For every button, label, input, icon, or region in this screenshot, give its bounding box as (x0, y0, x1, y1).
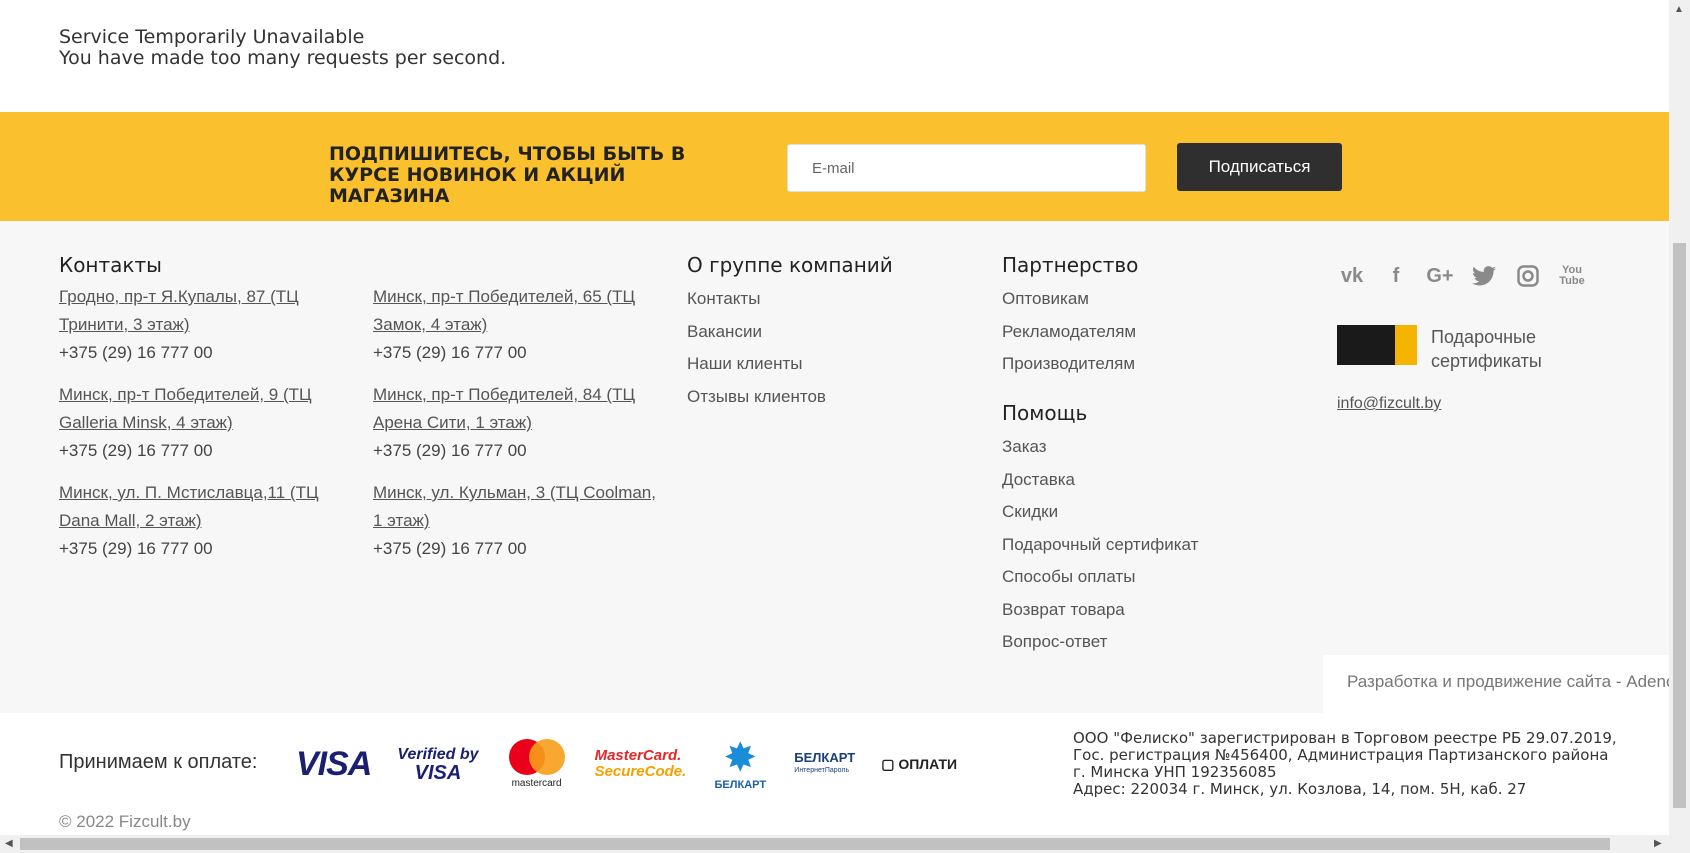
subscribe-banner: ПОДПИШИТЕСЬ, ЧТОБЫ БЫТЬ В КУРСЕ НОВИНОК … (0, 112, 1669, 221)
subscribe-email-input[interactable] (787, 144, 1146, 192)
legal-line: Адрес: 220034 г. Минск, ул. Козлова, 14,… (1073, 780, 1527, 798)
belkart-star-icon: ✸ (723, 736, 758, 780)
belkart-text: БЕЛКАРТ (714, 779, 767, 791)
store-address: Минск, пр-т Победителей, 84 (ТЦ Арена Си… (373, 381, 658, 465)
about-link[interactable]: Вакансии (687, 316, 826, 349)
oplati-logo: ▢ ОПЛАТИ (881, 755, 958, 772)
legal-line: Гос. регистрация №456400, Администрация … (1073, 746, 1609, 764)
about-title: О группе компаний (687, 253, 893, 277)
horizontal-scrollbar[interactable]: ◀ ▶ (0, 835, 1669, 853)
store-phone: +375 (29) 16 777 00 (373, 441, 527, 460)
store-address-link[interactable]: Минск, ул. Кульман, 3 (ТЦ Coolman, 1 эта… (373, 479, 658, 535)
about-link[interactable]: Контакты (687, 283, 826, 316)
visa-logo: VISA (296, 744, 372, 783)
belkart-pass-sub-text: ИнтернетПароль (794, 767, 850, 774)
help-link[interactable]: Вопрос-ответ (1002, 626, 1198, 659)
store-phone: +375 (29) 16 777 00 (373, 343, 527, 362)
legal-line: г. Минска УНП 192356085 (1073, 763, 1277, 781)
vbv-bottom-text: VISA (414, 762, 462, 784)
mcsc-bottom-text: SecureCode. (594, 763, 687, 780)
help-link[interactable]: Заказ (1002, 431, 1198, 464)
vertical-scrollbar[interactable]: ▲ (1669, 0, 1690, 853)
about-links: Контакты Вакансии Наши клиенты Отзывы кл… (687, 283, 826, 413)
vk-icon[interactable]: vk (1339, 263, 1365, 289)
store-phone: +375 (29) 16 777 00 (59, 343, 213, 362)
help-link[interactable]: Доставка (1002, 464, 1198, 497)
belkart-internet-password-logo: БЕЛКАРТ ИнтернетПароль (794, 751, 855, 777)
footer: Контакты Гродно, пр-т Я.Купалы, 87 (ТЦ Т… (0, 221, 1669, 713)
oplati-text: ОПЛАТИ (898, 755, 958, 772)
store-address-link[interactable]: Минск, ул. П. Мстиславца,11 (ТЦ Dana Mal… (59, 479, 344, 535)
legal-line: ООО "Фелиско" зарегистрирован в Торговом… (1073, 729, 1617, 747)
mastercard-securecode-logo: MasterCard. SecureCode. (595, 748, 687, 780)
gift-certificates[interactable]: Подарочные сертификаты (1337, 325, 1571, 373)
store-address: Гродно, пр-т Я.Купалы, 87 (ТЦ Тринити, 3… (59, 283, 344, 367)
mcsc-top-text: MasterCard. (594, 747, 682, 764)
store-address-link[interactable]: Минск, пр-т Победителей, 65 (ТЦ Замок, 4… (373, 283, 658, 339)
partnership-link[interactable]: Оптовикам (1002, 283, 1136, 316)
twitter-icon[interactable] (1471, 263, 1497, 289)
payment-label: Принимаем к оплате: (59, 751, 258, 773)
store-address-link[interactable]: Минск, пр-т Победителей, 9 (ТЦ Galleria … (59, 381, 344, 437)
subscribe-button[interactable]: Подписаться (1177, 143, 1342, 191)
legal-info: ООО "Фелиско" зарегистрирован в Торговом… (1073, 730, 1633, 798)
store-address-link[interactable]: Минск, пр-т Победителей, 84 (ТЦ Арена Си… (373, 381, 658, 437)
vertical-scroll-thumb[interactable] (1673, 243, 1686, 808)
help-link[interactable]: Возврат товара (1002, 594, 1198, 627)
store-address: Минск, ул. Кульман, 3 (ТЦ Coolman, 1 эта… (373, 479, 658, 563)
facebook-icon[interactable]: f (1383, 263, 1409, 289)
partnership-links: Оптовикам Рекламодателям Производителям (1002, 283, 1136, 381)
about-link[interactable]: Отзывы клиентов (687, 381, 826, 414)
gift-certificate-label[interactable]: Подарочные сертификаты (1431, 325, 1571, 373)
belkart-logo: ✸ БЕЛКАРТ (712, 737, 768, 791)
partnership-title: Партнерство (1002, 253, 1139, 277)
scroll-up-arrow-icon[interactable]: ▲ (1674, 4, 1684, 15)
help-link[interactable]: Способы оплаты (1002, 561, 1198, 594)
store-address: Минск, ул. П. Мстиславца,11 (ТЦ Dana Mal… (59, 479, 344, 563)
store-address: Минск, пр-т Победителей, 9 (ТЦ Galleria … (59, 381, 344, 465)
developer-credit[interactable]: Разработка и продвижение сайта - Adeno (1323, 655, 1669, 713)
payment-logos: VISA Verified by VISA mastercard MasterC… (296, 734, 957, 794)
scroll-right-arrow-icon[interactable]: ▶ (1654, 838, 1662, 849)
belkart-pass-text: БЕЛКАРТ (794, 750, 856, 765)
store-phone: +375 (29) 16 777 00 (373, 539, 527, 558)
contact-email-link[interactable]: info@fizcult.by (1337, 395, 1441, 413)
help-link[interactable]: Подарочный сертификат (1002, 529, 1198, 562)
google-plus-icon[interactable]: G+ (1426, 263, 1453, 289)
about-link[interactable]: Наши клиенты (687, 348, 826, 381)
copyright: © 2022 Fizcult.by (59, 812, 191, 831)
help-link[interactable]: Скидки (1002, 496, 1198, 529)
gift-certificate-image[interactable] (1337, 325, 1417, 365)
horizontal-scroll-thumb[interactable] (20, 838, 1610, 850)
store-phone: +375 (29) 16 777 00 (59, 441, 213, 460)
mastercard-logo: mastercard (505, 735, 569, 793)
contacts-title: Контакты (59, 253, 162, 277)
mastercard-text: mastercard (511, 778, 562, 789)
error-title: Service Temporarily Unavailable (59, 26, 365, 48)
help-title: Помощь (1002, 401, 1088, 425)
store-address: Минск, пр-т Победителей, 65 (ТЦ Замок, 4… (373, 283, 658, 367)
subscribe-title: ПОДПИШИТЕСЬ, ЧТОБЫ БЫТЬ В КУРСЕ НОВИНОК … (329, 143, 686, 207)
youtube-icon[interactable]: You Tube (1559, 263, 1585, 289)
verified-by-visa-logo: Verified by VISA (397, 746, 478, 784)
partnership-link[interactable]: Рекламодателям (1002, 316, 1136, 349)
error-message: Service Temporarily Unavailable You have… (59, 27, 506, 69)
social-links: vk f G+ You Tube (1339, 263, 1585, 289)
instagram-icon[interactable] (1515, 263, 1541, 289)
error-detail: You have made too many requests per seco… (59, 47, 507, 69)
partnership-link[interactable]: Производителям (1002, 348, 1136, 381)
help-links: Заказ Доставка Скидки Подарочный сертифи… (1002, 431, 1198, 659)
store-phone: +375 (29) 16 777 00 (59, 539, 213, 558)
store-address-link[interactable]: Гродно, пр-т Я.Купалы, 87 (ТЦ Тринити, 3… (59, 283, 344, 339)
scroll-left-arrow-icon[interactable]: ◀ (5, 838, 13, 849)
